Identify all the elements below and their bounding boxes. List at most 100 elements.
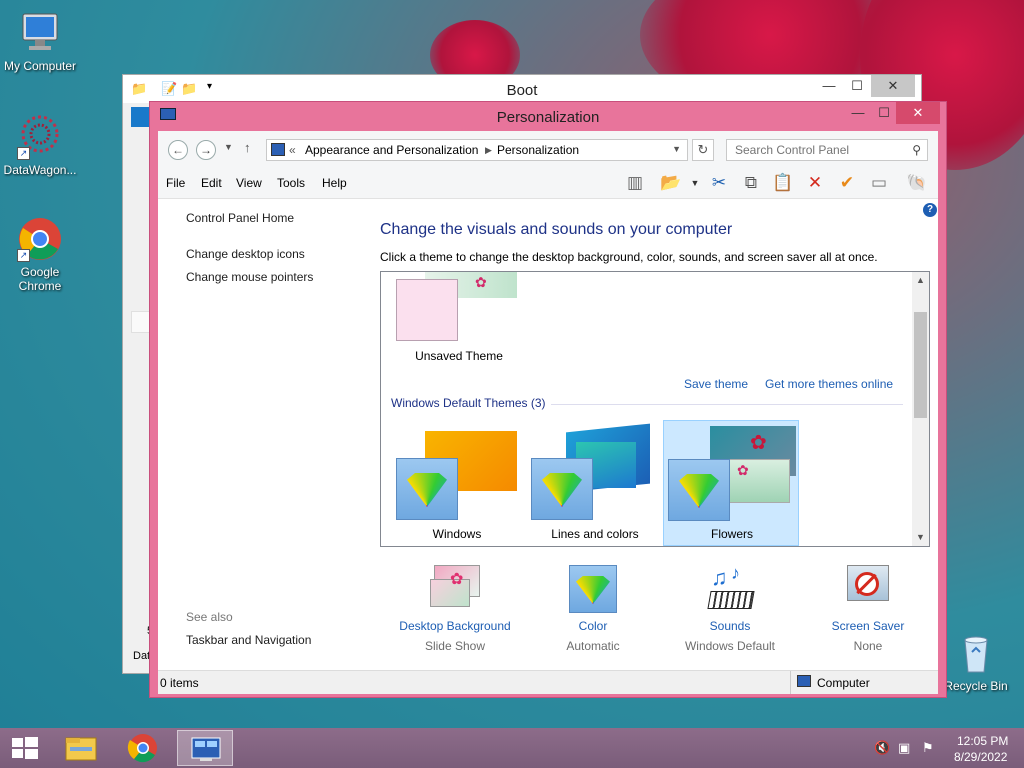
action-center-icon[interactable]: ⚑ [922,740,934,756]
menu-bar: File Edit View Tools Help ▥ 📂 ▼ ✂ ⧉ 📋 ✕ … [158,167,938,199]
status-item-count: 0 items [160,676,199,690]
breadcrumb-separator-icon[interactable]: ▶ [485,145,492,156]
delete-icon[interactable]: ✕ [804,172,826,194]
link-taskbar-and-navigation[interactable]: Taskbar and Navigation [186,633,311,647]
copy-icon[interactable]: ⧉ [740,172,762,194]
theme-label: Lines and colors [551,527,639,541]
scroll-down-icon[interactable]: ▼ [912,529,929,546]
clock-date[interactable]: 8/29/2022 [954,750,1007,764]
control-panel-icon [271,143,285,156]
breadcrumb-personalization[interactable]: Personalization [497,143,579,157]
flower-icon: ✿ [750,432,767,454]
datawagon-icon: ↗ [17,114,63,160]
taskbar-control-panel[interactable] [177,730,233,766]
computer-icon [797,675,811,687]
theme-label: Windows [432,527,482,541]
color-palette-icon [396,458,458,520]
recycle-bin-icon [953,630,999,676]
desktop-icon-label: Recycle Bin [944,679,1008,693]
shortcut-arrow-icon: ↗ [17,147,30,160]
link-change-desktop-icons[interactable]: Change desktop icons [186,247,305,261]
boot-titlebar[interactable]: 📁 📝 📁 ▾ Boot — ☐ ✕ [123,75,921,103]
flower-icon: ✿ [475,274,487,290]
close-button[interactable]: ✕ [896,102,940,124]
unsaved-theme-tile[interactable] [396,279,458,341]
refresh-button[interactable]: ↻ [692,139,714,161]
desktop-icon-chrome[interactable]: ↗ Google Chrome [0,216,80,293]
recent-pages-dropdown-icon[interactable]: ▼ [224,142,233,152]
search-icon[interactable]: ⚲ [912,143,921,157]
desktop-icon-label: DataWagon... [3,163,77,177]
color-palette-icon [568,565,618,615]
screen-saver-setting[interactable]: Screen Saver None [793,565,943,653]
address-bar[interactable]: « Appearance and Personalization ▶ Perso… [266,139,688,161]
start-button[interactable] [0,730,50,766]
menu-file[interactable]: File [166,176,185,190]
menu-help[interactable]: Help [322,176,347,190]
scroll-thumb[interactable] [914,312,927,418]
search-input[interactable] [727,140,897,160]
get-more-themes-link[interactable]: Get more themes online [765,377,893,391]
paste-icon[interactable]: 📋 [772,172,794,194]
address-row: ← → ▼ ↑ « Appearance and Personalization… [158,131,938,167]
personalization-window[interactable]: Personalization — ☐ ✕ ← → ▼ ↑ « Appearan… [149,101,947,698]
taskbar-file-explorer[interactable] [53,730,109,766]
maximize-button[interactable]: ☐ [870,102,898,124]
scroll-up-icon[interactable]: ▲ [912,272,929,289]
status-location: Computer [790,671,938,694]
menu-edit[interactable]: Edit [201,176,222,190]
theme-lines-and-colors[interactable]: Lines and colors [531,423,653,544]
properties-check-icon[interactable]: ✔ [836,172,858,194]
chrome-icon: ↗ [17,216,63,262]
save-theme-link[interactable]: Save theme [684,377,748,391]
folder-options-icon[interactable]: 📂 [660,172,682,194]
forward-button[interactable]: → [196,140,216,160]
maximize-button[interactable]: ☐ [843,75,871,97]
breadcrumb-overflow[interactable]: « [289,143,296,157]
sounds-setting[interactable]: ♫ ♪ Sounds Windows Default [655,563,805,653]
taskbar: 🔇 ▣ ⚑ 12:05 PM 8/29/2022 [0,728,1024,768]
link-control-panel-home[interactable]: Control Panel Home [186,211,294,225]
address-dropdown-icon[interactable]: ▼ [672,144,681,154]
link-change-mouse-pointers[interactable]: Change mouse pointers [186,270,313,284]
control-panel-icon [191,737,221,761]
nav-pane-item[interactable] [131,311,151,333]
network-icon[interactable]: ▣ [898,740,910,756]
theme-flowers[interactable]: ✿ ✿ Flowers [663,420,799,546]
breadcrumb-appearance[interactable]: Appearance and Personalization [305,143,478,157]
color-palette-icon [668,459,730,521]
taskbar-chrome[interactable] [115,730,171,766]
minimize-button[interactable]: — [844,102,872,124]
chrome-icon [127,734,157,763]
volume-muted-icon[interactable]: 🔇 [874,740,890,756]
menu-tools[interactable]: Tools [277,176,305,190]
desktop-icon-my-computer[interactable]: My Computer [0,10,80,73]
rename-icon[interactable]: ▭ [868,172,890,194]
theme-list: ✿ Unsaved Theme Save theme Get more them… [380,271,930,547]
setting-value: None [853,639,883,653]
menu-view[interactable]: View [236,176,262,190]
see-also-label: See also [186,610,233,624]
desktop-background-setting[interactable]: ✿ Desktop Background Slide Show [380,565,530,653]
help-icon[interactable]: ? [923,203,937,217]
shell-icon[interactable]: 🐚 [906,172,928,194]
minimize-button[interactable]: — [815,75,843,97]
up-arrow-icon[interactable]: ↑ [244,140,251,155]
desktop-icon-label: Google Chrome [18,265,62,293]
clock-time[interactable]: 12:05 PM [957,734,1008,748]
color-setting[interactable]: Color Automatic [518,565,668,653]
personalization-titlebar[interactable]: Personalization — ☐ ✕ [150,102,946,130]
desktop-icon-recycle-bin[interactable]: Recycle Bin [936,630,1016,693]
layout-pane-icon[interactable]: ▥ [624,172,646,194]
folder-options-dropdown-icon[interactable]: ▼ [684,172,706,194]
theme-label: Flowers [710,527,753,541]
ribbon-tab[interactable] [131,107,151,127]
close-button[interactable]: ✕ [871,75,915,97]
theme-windows[interactable]: Windows [396,424,518,544]
desktop-icon-label: My Computer [3,59,77,73]
windows-logo-icon [12,737,38,759]
theme-list-scrollbar[interactable]: ▲ ▼ [912,272,929,546]
cut-icon[interactable]: ✂ [708,172,730,194]
back-button[interactable]: ← [168,140,188,160]
desktop-icon-datawagon[interactable]: ↗ DataWagon... [0,114,80,177]
